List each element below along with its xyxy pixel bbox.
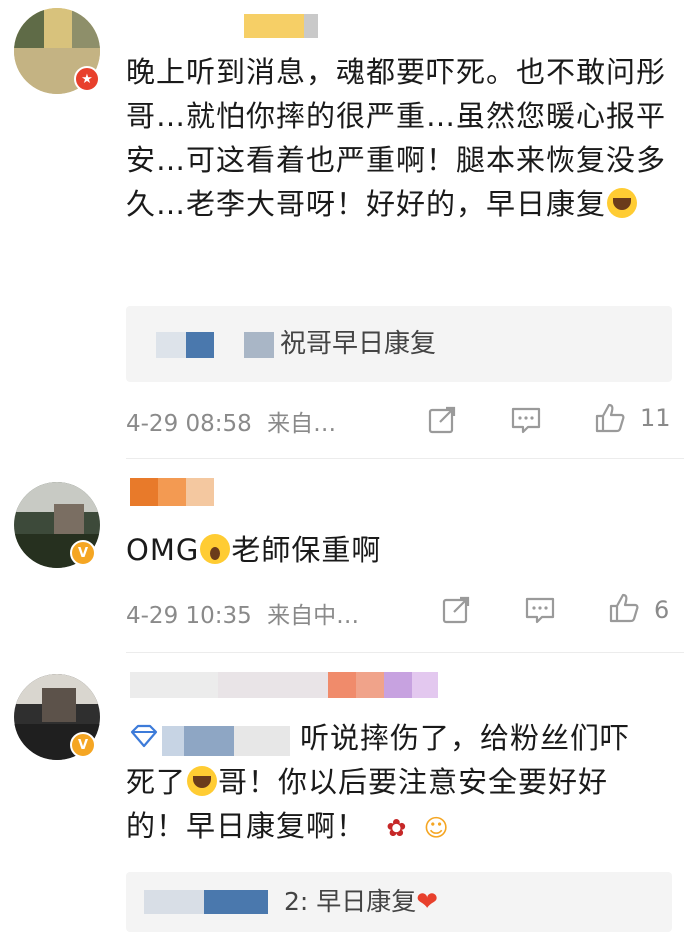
comment-icon[interactable] [524, 594, 556, 626]
timestamp: 4-29 10:35 [126, 603, 252, 629]
screaming-emoji-icon [200, 534, 231, 564]
gold-v-badge-icon: V [70, 732, 96, 758]
crying-emoji-icon [187, 766, 218, 796]
diamond-icon [130, 724, 158, 748]
reply-text: 2: 早日康复❤ [284, 872, 438, 932]
comment-text: 听说摔伤了，给粉丝们吓 [300, 716, 670, 760]
username-blurred[interactable] [244, 14, 318, 38]
comment-meta: 4-29 08:58 来自… [126, 404, 336, 438]
share-icon[interactable] [440, 594, 472, 626]
rose-emoji-icon: ✿ [386, 814, 408, 842]
comment-icon[interactable] [510, 404, 542, 436]
comment-3: V 听说摔伤了，给粉丝们吓 死了 哥！你以后要注意安全要好好 的！早日康复啊！ ✿… [0, 654, 684, 934]
comment-text: 晚上听到消息，魂都要吓死。也不敢问彤哥…就怕你摔的很严重…虽然您暖心报平安…可这… [126, 50, 666, 226]
mention-blurred[interactable] [162, 726, 290, 756]
username-blurred[interactable] [130, 478, 214, 506]
reply-preview[interactable]: 祝哥早日康复 [126, 306, 672, 382]
reply-text-content: 2: 早日康复 [284, 887, 417, 916]
comment-body: OMG [126, 533, 200, 567]
divider [126, 458, 684, 459]
hug-emoji-icon: ☺ [423, 814, 450, 842]
reply-preview[interactable]: 2: 早日康复❤ [126, 872, 672, 932]
crying-emoji-icon [607, 188, 638, 218]
reply-author-blurred [244, 332, 274, 358]
divider [126, 652, 684, 653]
comment-body: 哥！你以后要注意安全要好好 [218, 765, 609, 799]
comment-body: 的！早日康复啊！ [126, 809, 367, 843]
comment-body: 听说摔伤了，给粉丝们吓 [300, 721, 631, 755]
timestamp: 4-29 08:58 [126, 411, 252, 437]
comment-2: V OMG 老師保重啊 4-29 10:35 来自中… 6 [0, 460, 684, 650]
comment-text: 死了 哥！你以后要注意安全要好好 [126, 760, 666, 804]
thumbs-up-icon[interactable] [608, 592, 640, 624]
red-badge-icon: ★ [74, 66, 100, 92]
username-blurred[interactable] [130, 672, 466, 698]
reply-author-blurred [186, 332, 214, 358]
comment-text: OMG 老師保重啊 [126, 528, 666, 572]
comment-body: 死了 [126, 765, 187, 799]
comment-meta: 4-29 10:35 来自中… [126, 596, 359, 630]
reply-author-blurred [144, 890, 204, 914]
reply-text: 祝哥早日康复 [280, 329, 437, 359]
comment-1: ★ 晚上听到消息，魂都要吓死。也不敢问彤哥…就怕你摔的很严重…虽然您暖心报平安…… [0, 0, 684, 456]
reply-author-blurred [204, 890, 268, 914]
heart-icon: ❤ [416, 887, 439, 917]
share-icon[interactable] [426, 404, 458, 436]
comment-body: 老師保重啊 [231, 533, 382, 567]
source: 来自中… [267, 603, 360, 629]
like-count: 6 [654, 596, 670, 624]
gold-v-badge-icon: V [70, 540, 96, 566]
like-count: 11 [640, 404, 671, 432]
comment-body: 晚上听到消息，魂都要吓死。也不敢问彤哥…就怕你摔的很严重…虽然您暖心报平安…可这… [126, 55, 667, 221]
thumbs-up-icon[interactable] [594, 402, 626, 434]
reply-author-blurred [156, 332, 186, 358]
comment-text: 的！早日康复啊！ ✿ ☺ [126, 804, 666, 850]
source: 来自… [267, 411, 337, 437]
